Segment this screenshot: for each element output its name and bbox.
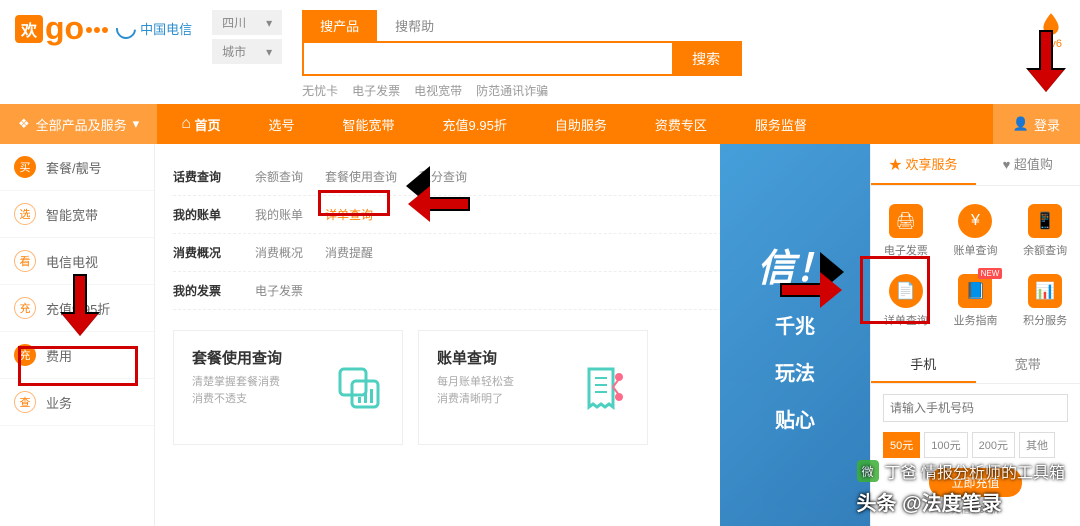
- nav-item[interactable]: 充值9.95折: [419, 104, 531, 144]
- link[interactable]: 我的账单: [255, 206, 303, 223]
- sidebar-item-business[interactable]: 查业务: [0, 379, 154, 426]
- svc-guide[interactable]: 📘NEW业务指南: [941, 266, 1011, 336]
- logo-area: 欢 go 中国电信: [15, 10, 192, 47]
- svc-points[interactable]: 📊积分服务: [1010, 266, 1080, 336]
- points-icon: 📊: [1028, 274, 1062, 308]
- right-tabs: ★ 欢享服务 ♥ 超值购: [871, 144, 1080, 186]
- logo-square-icon: 欢: [15, 15, 43, 43]
- sidebar-item-package[interactable]: 买套餐/靓号: [0, 144, 154, 191]
- search-input[interactable]: [304, 43, 672, 74]
- go-logo[interactable]: 欢 go: [15, 10, 108, 47]
- search-tab-product[interactable]: 搜产品: [302, 10, 377, 41]
- amount-option[interactable]: 其他: [1019, 432, 1055, 458]
- phone-input[interactable]: [883, 394, 1068, 422]
- user-icon: 👤: [1013, 116, 1029, 132]
- guide-icon: 📘: [958, 274, 992, 308]
- sidebar-item-tv[interactable]: 看电信电视: [0, 238, 154, 285]
- nav-item[interactable]: 资费专区: [631, 104, 731, 144]
- nav-item[interactable]: 服务监督: [731, 104, 831, 144]
- nav-login[interactable]: 👤登录: [993, 104, 1080, 144]
- link[interactable]: 套餐使用查询: [325, 168, 397, 185]
- link[interactable]: 消费提醒: [325, 244, 373, 261]
- nav-item[interactable]: 智能宽带: [319, 104, 419, 144]
- amount-option[interactable]: 100元: [924, 432, 967, 458]
- amount-option[interactable]: 50元: [883, 432, 920, 458]
- nav-item[interactable]: 选号: [245, 104, 319, 144]
- side-icon: 充: [14, 344, 36, 366]
- svc-einvoice[interactable]: 🖨电子发票: [871, 196, 941, 266]
- quick-link[interactable]: 电视宽带: [414, 82, 462, 99]
- copy-chart-icon: [334, 363, 384, 413]
- new-badge: NEW: [978, 268, 1003, 279]
- sidebar-item-fee[interactable]: 充费用: [0, 332, 154, 379]
- service-icon-grid: 🖨电子发票 ¥账单查询 📱余额查询 📄详单查询 📘NEW业务指南 📊积分服务: [871, 186, 1080, 346]
- city-dropdown[interactable]: 城市▾: [212, 39, 282, 64]
- hero-banner: 信！ 千兆 玩法 贴心: [720, 144, 870, 526]
- link[interactable]: 余额查询: [255, 168, 303, 185]
- chevron-down-icon: ▾: [266, 45, 272, 59]
- sidebar-item-recharge[interactable]: 充充值9.95折: [0, 285, 154, 332]
- quick-link[interactable]: 无忧卡: [302, 82, 338, 99]
- phone-icon: 📱: [1028, 204, 1062, 238]
- amount-option[interactable]: 200元: [972, 432, 1015, 458]
- home-icon: ⌂: [181, 115, 191, 133]
- link[interactable]: 消费概况: [255, 244, 303, 261]
- search-button[interactable]: 搜索: [672, 43, 740, 74]
- card-bill-query[interactable]: 账单查询 每月账单轻松查 消费清晰明了: [418, 330, 648, 445]
- header: 欢 go 中国电信 四川▾ 城市▾ 搜产品 搜帮助 搜索 无忧卡 电子发票 电视…: [0, 0, 1080, 104]
- wechat-icon: 微: [857, 460, 879, 482]
- tab-enjoy-service[interactable]: ★ 欢享服务: [871, 144, 976, 185]
- main-nav: ❖ 全部产品及服务 ▾ ⌂ 首页 选号 智能宽带 充值9.95折 自助服务 资费…: [0, 104, 1080, 144]
- document-share-icon: [579, 363, 629, 413]
- side-icon: 充: [14, 297, 36, 319]
- link[interactable]: 积分查询: [419, 168, 467, 185]
- bill-icon: ¥: [958, 204, 992, 238]
- svc-balance[interactable]: 📱余额查询: [1010, 196, 1080, 266]
- link-detail-query[interactable]: 详单查询: [325, 206, 373, 223]
- side-icon: 选: [14, 203, 36, 225]
- grid-icon: ❖: [18, 116, 30, 132]
- logo-dots-icon: [84, 21, 108, 36]
- china-telecom-logo[interactable]: 中国电信: [116, 19, 192, 39]
- charge-tab-broadband[interactable]: 宽带: [976, 346, 1080, 383]
- chevron-down-icon: ▾: [266, 16, 272, 30]
- detail-bill-icon: 📄: [889, 274, 923, 308]
- quick-links: 无忧卡 电子发票 电视宽带 防范通讯诈骗: [302, 82, 1017, 99]
- chevron-down-icon: ▾: [133, 116, 140, 132]
- telecom-label: 中国电信: [140, 19, 192, 38]
- quick-link[interactable]: 防范通讯诈骗: [476, 82, 548, 99]
- charge-tab-mobile[interactable]: 手机: [871, 346, 976, 383]
- search-area: 搜产品 搜帮助 搜索 无忧卡 电子发票 电视宽带 防范通讯诈骗: [302, 10, 1017, 99]
- amount-options: 50元 100元 200元 其他: [883, 432, 1068, 458]
- tab-value-buy[interactable]: ♥ 超值购: [976, 144, 1080, 185]
- sidebar: 买套餐/靓号 选智能宽带 看电信电视 充充值9.95折 充费用 查业务: [0, 144, 155, 526]
- telecom-swoosh-icon: [112, 14, 140, 42]
- ipv6-icon: [1037, 10, 1065, 38]
- side-icon: 买: [14, 156, 36, 178]
- printer-icon: 🖨: [889, 204, 923, 238]
- nav-home[interactable]: ⌂ 首页: [157, 104, 244, 144]
- search-box: 搜索: [302, 41, 742, 76]
- logo-text: go: [45, 10, 84, 47]
- svc-bill-query[interactable]: ¥账单查询: [941, 196, 1011, 266]
- nav-item[interactable]: 自助服务: [531, 104, 631, 144]
- search-tab-help[interactable]: 搜帮助: [377, 10, 452, 41]
- ipv6-badge[interactable]: IPv6: [1037, 10, 1065, 50]
- svc-detail-query[interactable]: 📄详单查询: [871, 266, 941, 336]
- quick-link[interactable]: 电子发票: [352, 82, 400, 99]
- sidebar-item-broadband[interactable]: 选智能宽带: [0, 191, 154, 238]
- region-selector: 四川▾ 城市▾: [212, 10, 282, 68]
- nav-all-products[interactable]: ❖ 全部产品及服务 ▾: [0, 104, 157, 144]
- watermark: 微丁爸 情报分析师的工具箱 头条 @法度笔录: [857, 459, 1065, 516]
- card-package-usage[interactable]: 套餐使用查询 清楚掌握套餐消费 消费不透支: [173, 330, 403, 445]
- region-dropdown[interactable]: 四川▾: [212, 10, 282, 35]
- search-tabs: 搜产品 搜帮助: [302, 10, 1017, 41]
- side-icon: 查: [14, 391, 36, 413]
- charge-tabs: 手机 宽带: [871, 346, 1080, 384]
- side-icon: 看: [14, 250, 36, 272]
- link[interactable]: 电子发票: [255, 282, 303, 299]
